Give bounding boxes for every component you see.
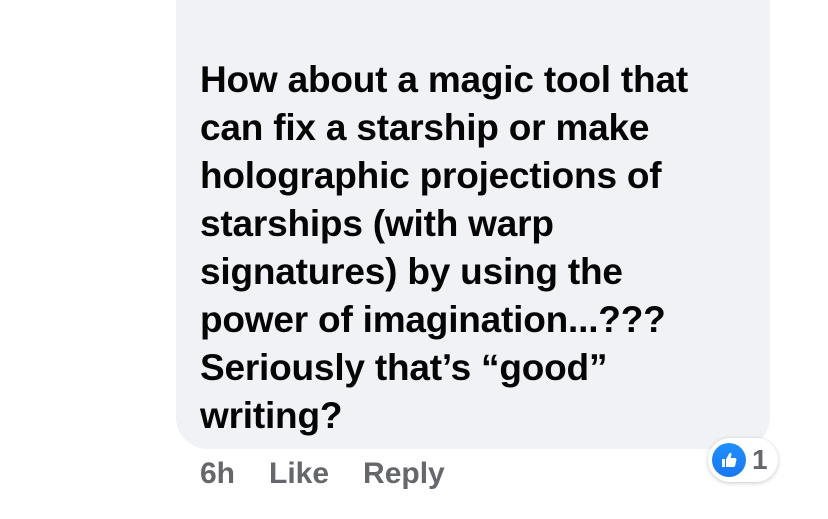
thumbs-up-glyph: [722, 452, 737, 467]
like-button[interactable]: Like: [269, 457, 329, 491]
like-thumbs-up-icon: [712, 443, 746, 477]
reaction-count: 1: [752, 444, 768, 475]
comment-timestamp[interactable]: 6h: [200, 457, 235, 491]
comment-text: How about a magic tool that can fix a st…: [200, 59, 688, 436]
reply-button[interactable]: Reply: [363, 457, 445, 491]
comment-actions: 6h Like Reply: [200, 454, 479, 494]
reaction-summary[interactable]: 1: [708, 438, 778, 482]
